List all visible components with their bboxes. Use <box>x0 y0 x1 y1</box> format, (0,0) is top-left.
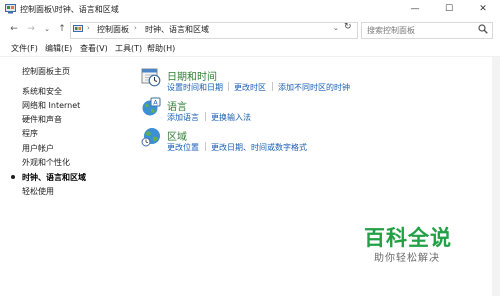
clock-calendar-icon[interactable] <box>141 67 161 87</box>
language-globe-icon[interactable]: A <box>141 97 161 117</box>
menu-file[interactable]: 文件(F) <box>11 43 38 54</box>
breadcrumb-clock-language-region[interactable]: 时钟、语言和区域 <box>145 24 209 35</box>
sidebar-item-clock-language-region[interactable]: 时钟、语言和区域 <box>22 172 86 183</box>
menu-help[interactable]: 帮助(H) <box>147 43 175 54</box>
minimize-button[interactable]: — <box>401 0 429 19</box>
region-globe-icon[interactable] <box>141 127 161 147</box>
sidebar-item-appearance[interactable]: 外观和个性化 <box>22 157 70 168</box>
menu-view[interactable]: 查看(V) <box>80 43 108 54</box>
sidebar-item-system-security[interactable]: 系统和安全 <box>22 86 62 97</box>
link-add-clocks[interactable]: 添加不同时区的时钟 <box>278 82 350 93</box>
link-separator <box>205 142 206 151</box>
category-language-title[interactable]: 语言 <box>167 98 187 113</box>
sidebar-item-programs[interactable]: 程序 <box>22 128 38 139</box>
link-change-location[interactable]: 更改位置 <box>167 142 199 153</box>
link-change-time-zone[interactable]: 更改时区 <box>234 82 266 93</box>
control-panel-icon <box>5 4 16 14</box>
sidebar-item-network-internet[interactable]: 网络和 Internet <box>22 100 80 111</box>
breadcrumb-separator[interactable]: › <box>204 24 207 32</box>
search-placeholder: 搜索控制面板 <box>367 26 415 35</box>
recent-locations-dropdown[interactable]: ⌄ <box>41 22 53 36</box>
link-change-date-time-number-format[interactable]: 更改日期、时间或数字格式 <box>211 142 307 153</box>
back-button[interactable]: ← <box>8 22 20 36</box>
control-panel-icon <box>73 25 83 32</box>
forward-button[interactable]: → <box>25 22 37 36</box>
watermark-subtitle: 助你轻松解决 <box>374 253 440 264</box>
link-separator <box>205 112 206 121</box>
link-separator <box>272 82 273 91</box>
link-change-input-method[interactable]: 更换输入法 <box>211 112 251 123</box>
window-title: 控制面板\时钟、语言和区域 <box>20 5 119 14</box>
breadcrumb-control-panel[interactable]: 控制面板 <box>97 24 129 35</box>
link-add-language[interactable]: 添加语言 <box>167 112 199 123</box>
menu-bar <box>0 41 500 57</box>
menu-edit[interactable]: 编辑(E) <box>45 43 72 54</box>
refresh-button[interactable]: ↻ <box>344 22 352 32</box>
link-separator <box>228 82 229 91</box>
menu-tools[interactable]: 工具(T) <box>115 43 142 54</box>
breadcrumb-arrow[interactable]: › <box>87 24 90 32</box>
active-bullet-icon <box>11 175 15 179</box>
sidebar-item-user-accounts[interactable]: 用户帐户 <box>22 143 54 154</box>
sidebar-item-ease-of-access[interactable]: 轻松使用 <box>22 186 54 197</box>
breadcrumb-separator[interactable]: › <box>134 24 137 32</box>
category-region-title[interactable]: 区域 <box>167 128 187 143</box>
up-button[interactable]: ↑ <box>56 22 68 36</box>
link-set-time-date[interactable]: 设置时间和日期 <box>167 82 223 93</box>
category-date-time-title[interactable]: 日期和时间 <box>167 68 217 83</box>
watermark-title: 百科全说 <box>364 226 452 250</box>
maximize-button[interactable]: ☐ <box>435 0 463 19</box>
sidebar-item-home[interactable]: 控制面板主页 <box>22 66 70 77</box>
close-button[interactable]: ✕ <box>469 0 497 19</box>
search-icon[interactable] <box>478 24 488 34</box>
sidebar-item-hardware-sound[interactable]: 硬件和声音 <box>22 114 62 125</box>
svg-text:A: A <box>153 99 158 107</box>
address-dropdown-button[interactable]: ⌄ <box>333 24 339 32</box>
vertical-scrollbar[interactable] <box>492 57 500 296</box>
